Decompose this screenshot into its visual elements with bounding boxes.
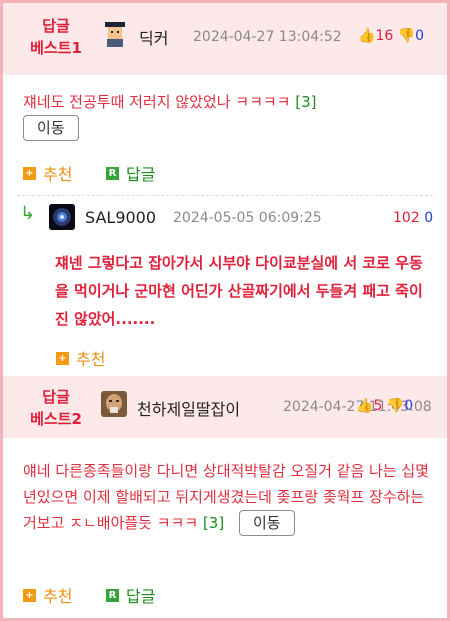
- reply-count[interactable]: [3]: [203, 514, 224, 532]
- avatar[interactable]: [49, 204, 75, 230]
- upvote-count: 16: [375, 28, 394, 44]
- best-comment-header: 답글 베스트1 딕커 2024-04-27 13:04:52 👍16 👎0: [3, 3, 447, 75]
- thumb-up-icon[interactable]: 👍: [356, 398, 373, 414]
- comment-body: 얘네 다른종족들이랑 다니면 상대적박탈감 오질거 같음 나는 십몇년있으면 이…: [23, 458, 437, 536]
- plus-square-icon: +: [23, 166, 36, 180]
- recommend-button[interactable]: + 추천: [23, 161, 72, 185]
- comment-nickname[interactable]: 딕커: [139, 25, 168, 49]
- vote-counts: 👍16 👎0: [358, 28, 424, 44]
- reply-button[interactable]: R 답글: [106, 583, 155, 607]
- avatar[interactable]: [101, 391, 127, 417]
- thumb-down-icon[interactable]: 👎: [387, 398, 404, 414]
- vote-counts: 👍5 👎0: [356, 398, 413, 414]
- comment-list: 답글 베스트1 딕커 2024-04-27 13:04:52 👍16 👎0 쟤네…: [0, 0, 450, 621]
- plus-square-icon: +: [23, 588, 36, 602]
- avatar[interactable]: [102, 21, 128, 47]
- recommend-button[interactable]: + 추천: [23, 583, 72, 607]
- comment-date: 2024-04-27 13:04:52: [193, 29, 342, 45]
- thumb-up-icon[interactable]: 👍: [358, 28, 375, 44]
- best-comment-header: 답글 베스트2 천하제일딸잡이 2024-04-27 11:43:08 👍5 👎…: [3, 376, 447, 438]
- best-badge: 답글 베스트2: [30, 388, 82, 428]
- vote-counts: 102 0: [393, 210, 433, 226]
- r-square-icon: R: [106, 588, 119, 602]
- move-button[interactable]: 이동: [23, 115, 79, 141]
- downvote-count: 0: [424, 210, 434, 226]
- plus-square-icon: +: [56, 351, 69, 365]
- comment-body: 쟤네도 전공투때 저러지 않았었나 ㅋㅋㅋㅋ [3] 이동: [23, 89, 433, 141]
- r-square-icon: R: [106, 166, 119, 180]
- upvote-count: 102: [393, 210, 420, 226]
- reply-button[interactable]: R 답글: [106, 161, 155, 185]
- reply-arrow-icon: ↳: [20, 203, 36, 224]
- reply-date: 2024-05-05 06:09:25: [173, 210, 322, 226]
- divider: [17, 195, 433, 196]
- best-badge: 답글 베스트1: [30, 17, 82, 57]
- downvote-count: 0: [404, 398, 414, 414]
- face-avatar-icon: [101, 391, 127, 417]
- reply-body: 쟤넨 그렇다고 잡아가서 시부야 다이쿄분실에 서 코로 우동을 먹이거나 군마…: [55, 254, 423, 328]
- reply-nickname[interactable]: SAL9000: [85, 208, 156, 227]
- pixel-avatar-icon: [102, 21, 128, 47]
- comment-nickname[interactable]: 천하제일딸잡이: [137, 396, 240, 420]
- upvote-count: 5: [373, 398, 383, 414]
- reply-count[interactable]: [3]: [295, 93, 316, 111]
- downvote-count: 0: [415, 28, 425, 44]
- move-button[interactable]: 이동: [238, 510, 295, 536]
- hal-eye-icon: [49, 204, 75, 230]
- thumb-down-icon[interactable]: 👎: [398, 28, 415, 44]
- recommend-button[interactable]: + 추천: [56, 346, 105, 370]
